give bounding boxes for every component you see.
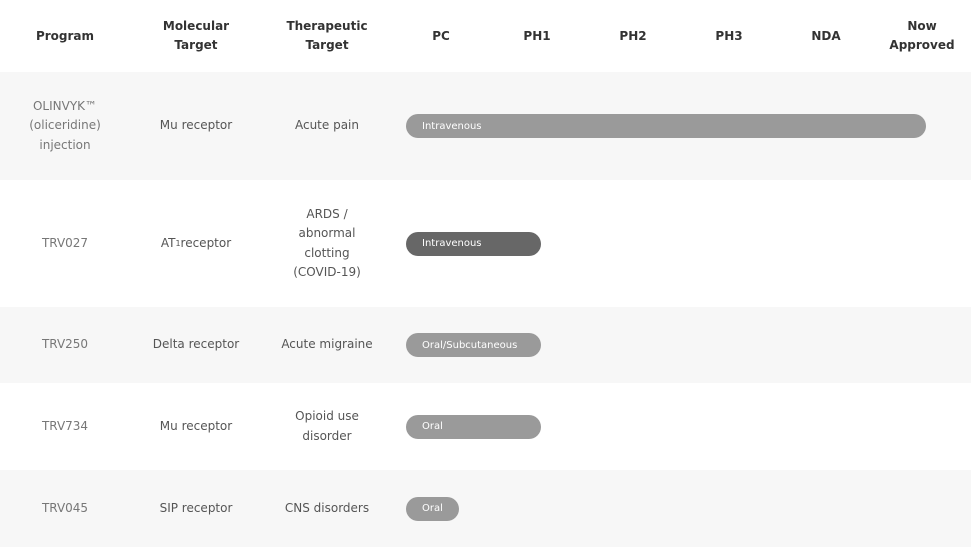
table-row: TRV045 SIP receptor CNS disorders Oral	[0, 470, 971, 547]
column-header: Program	[35, 28, 95, 43]
molecular-target-cell: Mu receptor	[159, 118, 233, 133]
column-header: NDA	[811, 28, 841, 43]
progress-bar: Intravenous	[406, 114, 926, 138]
column-header: PH3	[715, 28, 743, 43]
route-label: Oral	[422, 503, 443, 514]
molecular-target-cell: SIP receptor	[159, 500, 233, 515]
table-row: TRV734 Mu receptor Opioid use disorder Oral	[0, 383, 971, 470]
route-label: Oral	[422, 421, 443, 432]
program-cell: OLINVYK™ (oliceridine) injection	[29, 98, 101, 152]
route-label: Intravenous	[422, 238, 482, 249]
therapeutic-target-cell: Acute pain	[294, 118, 359, 133]
program-cell: TRV734	[41, 418, 89, 433]
molecular-target-cell: AT 1 receptor	[160, 235, 232, 250]
progress-bar: Oral/Subcutaneous	[406, 333, 541, 357]
therapeutic-target-cell: ARDS / abnormal clotting (COVID-19)	[293, 206, 361, 280]
program-cell: TRV027	[41, 235, 89, 250]
column-header: Now Approved	[889, 19, 955, 52]
progress-bar: Oral	[406, 496, 459, 521]
molecular-target-cell: Delta receptor	[152, 337, 240, 352]
progress-bar: Intravenous	[406, 231, 541, 256]
column-header: PH2	[619, 28, 647, 43]
route-label: Intravenous	[422, 120, 482, 132]
column-header: PH1	[523, 28, 551, 43]
column-header: Therapeutic Target	[286, 19, 368, 52]
progress-bar: Oral	[406, 414, 541, 439]
therapeutic-target-cell: Acute migraine	[281, 337, 373, 352]
column-header: PC	[432, 28, 450, 43]
molecular-target-cell: Mu receptor	[159, 418, 233, 433]
therapeutic-target-cell: CNS disorders	[284, 500, 370, 515]
table-row: TRV027 AT 1 receptor ARDS / abnormal clotti…	[0, 180, 971, 307]
program-cell: TRV045	[41, 500, 89, 515]
column-header: Molecular Target	[162, 19, 230, 52]
route-label: Oral/Subcutaneous	[422, 339, 518, 351]
table-row: OLINVYK™ (oliceridine) injection Mu recep…	[0, 72, 971, 180]
pipeline-header: Program Molecular Target Therapeutic Targe…	[0, 0, 971, 72]
therapeutic-target-cell: Opioid use disorder	[295, 409, 359, 443]
table-row: TRV250 Delta receptor Acute migraine Oral/S…	[0, 307, 971, 383]
program-cell: TRV250	[41, 337, 89, 352]
